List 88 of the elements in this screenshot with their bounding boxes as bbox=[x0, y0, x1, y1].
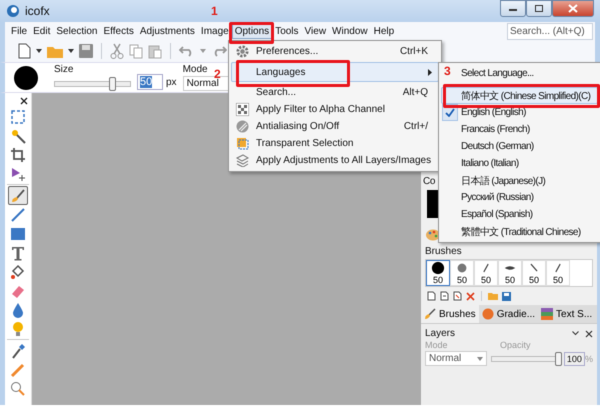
chevron-down-icon[interactable] bbox=[572, 331, 579, 336]
panel-tab[interactable]: Brushes bbox=[421, 305, 479, 323]
maximize-button[interactable] bbox=[526, 0, 552, 17]
brush-preset[interactable]: 50 bbox=[546, 260, 570, 286]
brush-preset[interactable]: 50 bbox=[450, 260, 474, 286]
maximize-icon bbox=[534, 4, 544, 13]
duplicate-icon[interactable] bbox=[440, 291, 449, 301]
window-title: icofx bbox=[25, 4, 50, 18]
mode-label: Mode bbox=[425, 340, 449, 350]
menu-item[interactable]: Languages bbox=[231, 62, 439, 82]
menu-item[interactable]: Help bbox=[370, 24, 398, 38]
close-icon[interactable] bbox=[20, 97, 28, 105]
menu-item[interactable]: 简体中文 (Chinese Simplified)(C) bbox=[441, 87, 598, 104]
panel-title: Brushes bbox=[425, 246, 463, 257]
opacity-field[interactable]: 100 bbox=[564, 352, 585, 366]
text-style-icon bbox=[541, 308, 554, 320]
save-icon[interactable] bbox=[502, 292, 511, 300]
copy-icon[interactable] bbox=[129, 44, 143, 58]
menu-item[interactable]: Deutsch (German) bbox=[441, 138, 598, 155]
highlight-frame bbox=[229, 22, 274, 44]
gear-icon bbox=[236, 45, 248, 58]
menu-item[interactable]: Antialiasing On/Off Ctrl+/ bbox=[231, 118, 439, 135]
panel-tab[interactable]: Gradie... bbox=[478, 305, 538, 323]
antialias-icon bbox=[236, 120, 248, 133]
transparent-selection-icon bbox=[236, 137, 248, 150]
menu-item[interactable]: View bbox=[302, 24, 330, 38]
menu-item[interactable]: Italiano (Italian) bbox=[441, 155, 598, 172]
delete-icon[interactable] bbox=[466, 292, 475, 300]
new-brush-icon[interactable] bbox=[427, 291, 436, 301]
rename-icon[interactable] bbox=[453, 291, 462, 301]
checkerboard-icon bbox=[236, 103, 248, 116]
size-field[interactable]: 50 bbox=[137, 74, 163, 90]
menu-item[interactable]: Edit bbox=[30, 24, 54, 38]
menu-item[interactable]: Effects bbox=[100, 24, 137, 38]
menu-item[interactable]: Русский (Russian) bbox=[441, 189, 598, 206]
close-icon bbox=[568, 4, 578, 13]
brush-preview[interactable] bbox=[14, 66, 38, 90]
brush-preset[interactable]: 50 bbox=[426, 260, 450, 286]
slider-thumb[interactable] bbox=[554, 352, 562, 366]
panel-title: Layers bbox=[425, 328, 456, 339]
brush-icon bbox=[424, 308, 436, 320]
size-label: Size bbox=[54, 64, 74, 74]
opacity-label: Opacity bbox=[500, 340, 531, 350]
percent-label: % bbox=[584, 354, 593, 364]
menu-item[interactable]: Transparent Selection bbox=[231, 135, 439, 152]
menu-item[interactable]: Apply Filter to Alpha Channel bbox=[231, 101, 439, 118]
close-button[interactable] bbox=[552, 0, 594, 17]
tool-button[interactable] bbox=[8, 145, 28, 164]
menu-item[interactable]: Tools bbox=[272, 24, 302, 38]
menu-item[interactable]: Francais (French) bbox=[441, 121, 598, 138]
brush-preset[interactable]: 50 bbox=[522, 260, 546, 286]
menu-item[interactable]: Window bbox=[329, 24, 371, 38]
menu-item[interactable]: 日本語 (Japanese)(J) bbox=[441, 172, 598, 189]
save-icon[interactable] bbox=[79, 44, 93, 58]
size-slider[interactable] bbox=[54, 76, 131, 90]
menu-item[interactable]: File bbox=[8, 24, 30, 38]
search-field[interactable]: Search... (Alt+Q) bbox=[507, 22, 593, 40]
cut-icon[interactable] bbox=[110, 43, 124, 59]
minimize-button[interactable] bbox=[500, 0, 526, 17]
menu-item[interactable]: 繁體中文 (Traditional Chinese) bbox=[441, 223, 598, 240]
layers-icon bbox=[236, 154, 248, 167]
slider-thumb[interactable] bbox=[109, 76, 116, 90]
menu-item[interactable]: Select Language... bbox=[454, 65, 598, 82]
brush-preset[interactable]: 50 bbox=[474, 260, 498, 286]
mode-label: Mode bbox=[182, 64, 208, 75]
caret-icon[interactable] bbox=[68, 49, 74, 53]
panel-tab[interactable]: Text S... bbox=[538, 305, 596, 323]
menu-item[interactable]: Adjustments bbox=[136, 24, 198, 38]
step-number: 3 bbox=[444, 64, 451, 78]
tool-button[interactable] bbox=[8, 186, 28, 205]
mode-dropdown[interactable]: Normal bbox=[425, 351, 487, 366]
caret-icon[interactable] bbox=[36, 49, 42, 53]
menu-item[interactable]: English (English) bbox=[441, 104, 598, 121]
menu-item[interactable]: Selection bbox=[53, 24, 100, 38]
caret-icon bbox=[476, 356, 483, 360]
menu-item[interactable]: Español (Spanish) bbox=[441, 206, 598, 223]
new-file-icon[interactable] bbox=[17, 43, 31, 59]
step-number: 1 bbox=[211, 4, 218, 18]
gradient-icon bbox=[482, 308, 494, 320]
opacity-slider[interactable] bbox=[490, 352, 560, 366]
panel-title: Co bbox=[423, 176, 436, 187]
brush-tip-icon bbox=[430, 261, 446, 275]
paste-icon[interactable] bbox=[148, 44, 162, 58]
close-icon[interactable] bbox=[585, 330, 593, 338]
size-unit: px bbox=[166, 77, 177, 88]
menu-item[interactable]: Apply Adjustments to All Layers/Images bbox=[231, 152, 439, 169]
menu-item[interactable]: Image bbox=[198, 24, 232, 38]
brush-preset[interactable]: 50 bbox=[498, 260, 522, 286]
